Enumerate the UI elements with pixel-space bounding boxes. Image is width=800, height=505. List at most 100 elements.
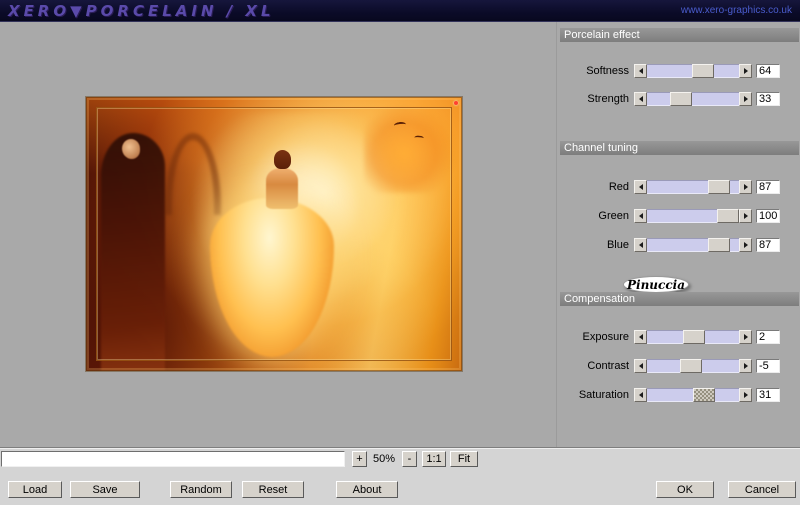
random-button[interactable]: Random bbox=[170, 481, 232, 498]
slider-right-arrow[interactable] bbox=[739, 63, 752, 78]
right-arrow-icon bbox=[743, 333, 748, 340]
panel-header-porcelain-effect: Porcelain effect bbox=[560, 28, 799, 42]
zoom-out-button[interactable]: - bbox=[402, 451, 417, 467]
right-arrow-icon bbox=[743, 212, 748, 219]
red-slider[interactable] bbox=[634, 179, 752, 194]
slider-right-arrow[interactable] bbox=[739, 237, 752, 252]
zoom-fit-button[interactable]: Fit bbox=[450, 451, 478, 467]
slider-left-arrow[interactable] bbox=[634, 208, 647, 223]
green-slider[interactable] bbox=[634, 208, 752, 223]
slider-track[interactable] bbox=[647, 208, 739, 223]
slider-thumb[interactable] bbox=[670, 91, 693, 106]
zoom-in-button[interactable]: + bbox=[352, 451, 367, 467]
plugin-window: { "header": { "logo": "XERO▼PORCELAIN / … bbox=[0, 0, 800, 505]
strength-value[interactable]: 33 bbox=[756, 91, 780, 106]
slider-left-arrow[interactable] bbox=[634, 237, 647, 252]
title-bar: XERO▼PORCELAIN / XL www.xero-graphics.co… bbox=[0, 0, 800, 22]
right-arrow-icon bbox=[743, 95, 748, 102]
reset-button[interactable]: Reset bbox=[242, 481, 304, 498]
left-arrow-icon bbox=[638, 95, 643, 102]
blue-label: Blue bbox=[606, 238, 629, 251]
slider-left-arrow[interactable] bbox=[634, 358, 647, 373]
zoom-level: 50% bbox=[372, 453, 396, 465]
softness-value[interactable]: 64 bbox=[756, 63, 780, 78]
slider-thumb[interactable] bbox=[680, 358, 703, 373]
slider-left-arrow[interactable] bbox=[634, 387, 647, 402]
slider-left-arrow[interactable] bbox=[634, 329, 647, 344]
slider-left-arrow[interactable] bbox=[634, 63, 647, 78]
slider-track[interactable] bbox=[647, 179, 739, 194]
bottom-bar: + 50% - 1:1 Fit Load Save Random Reset A… bbox=[0, 447, 800, 505]
softness-row: Softness 64 bbox=[561, 63, 797, 78]
controls-panel: Porcelain effect Softness 64 Strength 33… bbox=[556, 22, 800, 447]
cancel-button[interactable]: Cancel bbox=[728, 481, 796, 498]
left-arrow-icon bbox=[638, 212, 643, 219]
contrast-label: Contrast bbox=[587, 359, 629, 372]
slider-right-arrow[interactable] bbox=[739, 358, 752, 373]
slider-right-arrow[interactable] bbox=[739, 91, 752, 106]
slider-track[interactable] bbox=[647, 358, 739, 373]
right-arrow-icon bbox=[743, 241, 748, 248]
left-arrow-icon bbox=[638, 241, 643, 248]
panel-header-channel-tuning: Channel tuning bbox=[560, 141, 799, 155]
exposure-value[interactable]: 2 bbox=[756, 329, 780, 344]
slider-track[interactable] bbox=[647, 91, 739, 106]
contrast-slider[interactable] bbox=[634, 358, 752, 373]
zoom-actual-button[interactable]: 1:1 bbox=[422, 451, 446, 467]
slider-right-arrow[interactable] bbox=[739, 329, 752, 344]
exposure-slider[interactable] bbox=[634, 329, 752, 344]
strength-row: Strength 33 bbox=[561, 91, 797, 106]
slider-right-arrow[interactable] bbox=[739, 208, 752, 223]
slider-thumb[interactable] bbox=[707, 179, 730, 194]
saturation-value[interactable]: 31 bbox=[756, 387, 780, 402]
left-arrow-icon bbox=[638, 333, 643, 340]
slider-track[interactable] bbox=[647, 237, 739, 252]
left-arrow-icon bbox=[638, 362, 643, 369]
softness-slider[interactable] bbox=[634, 63, 752, 78]
status-input[interactable] bbox=[1, 451, 345, 467]
pinuccia-watermark: Pinuccia bbox=[623, 276, 689, 293]
slider-left-arrow[interactable] bbox=[634, 179, 647, 194]
softness-label: Softness bbox=[586, 64, 629, 77]
blue-row: Blue 87 bbox=[561, 237, 797, 252]
slider-thumb[interactable] bbox=[692, 387, 715, 402]
slider-track[interactable] bbox=[647, 329, 739, 344]
red-row: Red 87 bbox=[561, 179, 797, 194]
red-value[interactable]: 87 bbox=[756, 179, 780, 194]
preview-image[interactable] bbox=[86, 97, 462, 371]
load-button[interactable]: Load bbox=[8, 481, 62, 498]
right-arrow-icon bbox=[743, 391, 748, 398]
slider-track[interactable] bbox=[647, 387, 739, 402]
slider-track[interactable] bbox=[647, 63, 739, 78]
slider-right-arrow[interactable] bbox=[739, 387, 752, 402]
slider-thumb[interactable] bbox=[707, 237, 730, 252]
left-arrow-icon bbox=[638, 391, 643, 398]
right-arrow-icon bbox=[743, 183, 748, 190]
right-arrow-icon bbox=[743, 362, 748, 369]
about-button[interactable]: About bbox=[336, 481, 398, 498]
artwork-outer-frame bbox=[86, 97, 462, 371]
green-value[interactable]: 100 bbox=[756, 208, 780, 223]
slider-right-arrow[interactable] bbox=[739, 179, 752, 194]
saturation-slider[interactable] bbox=[634, 387, 752, 402]
left-arrow-icon bbox=[638, 67, 643, 74]
green-row: Green 100 bbox=[561, 208, 797, 223]
save-button[interactable]: Save bbox=[70, 481, 140, 498]
saturation-label: Saturation bbox=[578, 388, 629, 401]
blue-value[interactable]: 87 bbox=[756, 237, 780, 252]
artwork-signature-dot bbox=[454, 101, 458, 105]
strength-slider[interactable] bbox=[634, 91, 752, 106]
app-logo: XERO▼PORCELAIN / XL bbox=[8, 2, 275, 20]
contrast-value[interactable]: -5 bbox=[756, 358, 780, 373]
ok-button[interactable]: OK bbox=[656, 481, 714, 498]
slider-left-arrow[interactable] bbox=[634, 91, 647, 106]
slider-thumb[interactable] bbox=[691, 63, 714, 78]
contrast-row: Contrast -5 bbox=[561, 358, 797, 373]
left-arrow-icon bbox=[638, 183, 643, 190]
right-arrow-icon bbox=[743, 67, 748, 74]
blue-slider[interactable] bbox=[634, 237, 752, 252]
slider-thumb[interactable] bbox=[717, 208, 739, 223]
website-link[interactable]: www.xero-graphics.co.uk bbox=[681, 5, 792, 16]
slider-thumb[interactable] bbox=[682, 329, 705, 344]
saturation-row: Saturation 31 bbox=[561, 387, 797, 402]
